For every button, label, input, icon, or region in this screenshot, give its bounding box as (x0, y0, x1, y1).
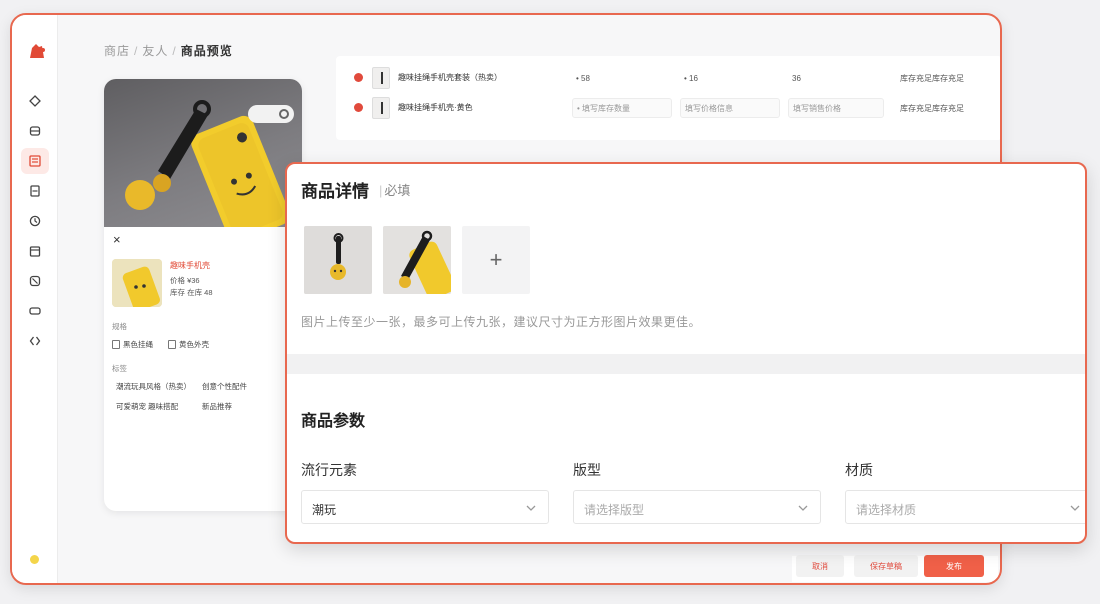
status-indicator (30, 555, 39, 564)
shop-logo-icon (30, 44, 45, 58)
code-icon (29, 336, 41, 346)
sku-cell-stock-input[interactable]: • 填写库存数量 (572, 98, 672, 118)
tag-chip[interactable]: 新品推荐 (202, 401, 232, 412)
param-label-material: 材质 (845, 462, 873, 478)
sidebar (12, 15, 58, 583)
breadcrumb-item[interactable]: 商店 (104, 44, 130, 58)
param-label-style: 流行元素 (301, 462, 357, 478)
clock-icon (29, 215, 41, 227)
sidebar-item-diamond[interactable] (21, 88, 49, 114)
breadcrumb-separator: / (134, 44, 139, 58)
add-image-button[interactable]: + (462, 226, 530, 294)
phone-case-keychain-image (383, 226, 451, 294)
spec-option[interactable]: 黄色外壳 (168, 339, 209, 350)
product-preview-card: × 趣味手机壳 价格 ¥36 库存 在库 48 规格 黑色挂绳 黄色外壳 标签 … (104, 79, 302, 511)
tag-chip[interactable]: 可爱萌宠 趣味搭配 (116, 401, 178, 412)
breadcrumb-separator: / (172, 44, 177, 58)
select-placeholder: 请选择版型 (584, 503, 645, 517)
sidebar-item-code[interactable] (21, 328, 49, 354)
param-label-fit: 版型 (573, 462, 601, 478)
sku-cell-price-input[interactable]: 填写价格信息 (680, 98, 780, 118)
ticket-icon (29, 307, 41, 315)
sku-price: 价格 ¥36 (170, 276, 200, 285)
sku-cell-status: 库存充足库存充足 (900, 73, 964, 83)
close-preview-button[interactable]: × (113, 233, 121, 246)
phone-case-image (112, 259, 162, 307)
sku-row-thumbnail (372, 67, 390, 89)
sku-cell-price[interactable]: • 16 (680, 68, 780, 88)
status-dot-icon (354, 73, 363, 82)
chevron-down-icon (1070, 505, 1080, 511)
dialog-title: 商品详情 (301, 182, 369, 201)
sku-thumbnail (112, 259, 162, 307)
detail-image-thumb[interactable] (304, 226, 372, 294)
block-icon (29, 275, 41, 287)
spec-option-label: 黑色挂绳 (123, 340, 153, 349)
detail-image-thumb[interactable] (383, 226, 451, 294)
status-dot-icon (354, 103, 363, 112)
save-draft-button[interactable]: 保存草稿 (854, 555, 918, 577)
params-section-title: 商品参数 (301, 413, 366, 430)
sku-row-name: 趣味挂绳手机壳·黄色 (398, 103, 473, 112)
material-select[interactable]: 请选择材质 (845, 490, 1085, 524)
product-photo (104, 79, 302, 243)
sidebar-item-goods[interactable] (21, 148, 49, 174)
spec-section-label: 规格 (112, 322, 127, 331)
goods-icon (29, 155, 41, 167)
upload-hint: 图片上传至少一张，最多可上传九张，建议尺寸为正方形图片效果更佳。 (301, 315, 702, 329)
photo-toggle[interactable] (248, 105, 294, 123)
sku-list-panel: 趣味挂绳手机壳套装（热卖） • 58 • 16 36 库存充足库存充足 趣味挂绳… (336, 56, 1000, 140)
select-placeholder: 请选择材质 (856, 503, 917, 517)
breadcrumb: 商店 / 友人 / 商品预览 (104, 42, 233, 59)
sidebar-item-ticket[interactable] (21, 298, 49, 324)
calendar-icon (29, 246, 41, 257)
tag-chip[interactable]: 创意个性配件 (202, 381, 247, 392)
sku-stock: 库存 在库 48 (170, 288, 213, 297)
sku-cell-stock[interactable]: • 58 (572, 68, 672, 88)
product-photo-image (125, 100, 290, 243)
tag-section-label: 标签 (112, 364, 127, 373)
table-row[interactable]: 趣味挂绳手机壳·黄色 • 填写库存数量 填写价格信息 填写销售价格 库存充足库存… (336, 96, 1000, 120)
section-divider (287, 354, 1085, 374)
publish-button[interactable]: 发布 (924, 555, 984, 577)
table-row[interactable]: 趣味挂绳手机壳套装（热卖） • 58 • 16 36 库存充足库存充足 (336, 66, 1000, 90)
box-icon (29, 126, 41, 136)
keychain-image (304, 226, 372, 294)
spec-swatch-icon (112, 340, 120, 349)
spec-swatch-icon (168, 340, 176, 349)
cancel-button[interactable]: 取消 (796, 555, 844, 577)
chevron-down-icon (526, 505, 536, 511)
product-detail-dialog: 商品详情 | 必填 + 图片上传至少一张，最多可上传九张，建议尺寸为正方形图片效果… (285, 162, 1087, 544)
breadcrumb-current: 商品预览 (180, 44, 233, 58)
diamond-icon (29, 95, 41, 107)
sidebar-item-calendar[interactable] (21, 238, 49, 264)
tag-chip[interactable]: 潮流玩具风格（热卖） (116, 381, 191, 392)
sku-cell-sale-input[interactable]: 填写销售价格 (788, 98, 884, 118)
spec-option[interactable]: 黑色挂绳 (112, 339, 153, 350)
sidebar-item-doc[interactable] (21, 178, 49, 204)
sku-row-name: 趣味挂绳手机壳套装（热卖） (398, 73, 502, 82)
dialog-subtitle: | 必填 (379, 183, 411, 198)
document-icon (30, 185, 40, 197)
toggle-knob-icon (279, 109, 289, 119)
chevron-down-icon (798, 505, 808, 511)
breadcrumb-item[interactable]: 友人 (142, 44, 168, 58)
sku-name: 趣味手机壳 (170, 261, 210, 270)
sidebar-item-block[interactable] (21, 268, 49, 294)
sku-cell-sale[interactable]: 36 (788, 68, 884, 88)
sidebar-item-box[interactable] (21, 118, 49, 144)
style-select[interactable]: 潮玩 (301, 490, 549, 524)
sku-cell-status: 库存充足库存充足 (900, 103, 964, 113)
required-hint: 必填 (384, 183, 411, 198)
sidebar-item-clock[interactable] (21, 208, 49, 234)
fit-select[interactable]: 请选择版型 (573, 490, 821, 524)
spec-option-label: 黄色外壳 (179, 340, 209, 349)
sku-row-thumbnail (372, 97, 390, 119)
select-value: 潮玩 (312, 503, 337, 517)
